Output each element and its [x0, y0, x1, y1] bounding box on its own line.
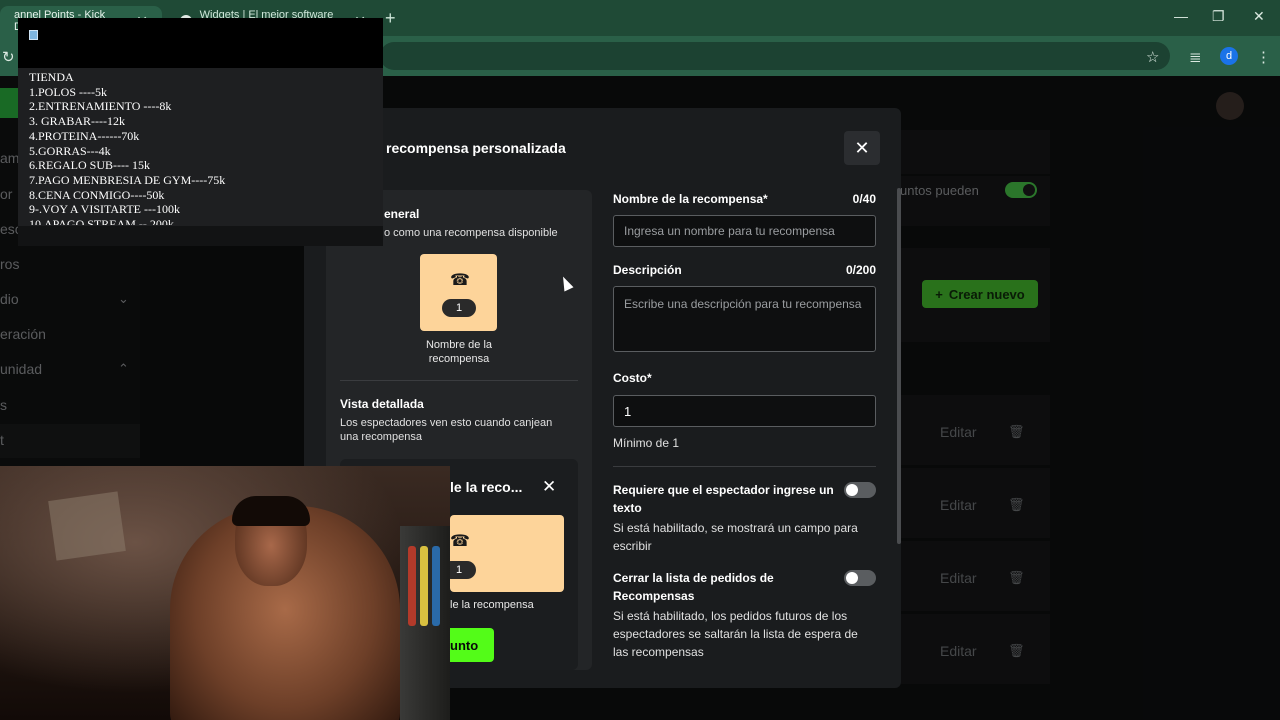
bookmark-star-icon[interactable]: ☆ — [1146, 48, 1159, 66]
require-text-toggle[interactable] — [844, 482, 876, 498]
skip-queue-title: Cerrar la lista de pedidos de Recompensa… — [613, 571, 774, 603]
require-text-title: Requiere que el espectador ingrese un te… — [613, 483, 834, 515]
cost-hint: Mínimo de 1 — [613, 436, 680, 450]
modal-title: recompensa personalizada — [386, 140, 566, 156]
reward-name-label: Nombre de la recompensa* — [613, 192, 768, 206]
profile-avatar[interactable]: d — [1220, 47, 1238, 65]
gift-box-icon: ☎ — [450, 272, 470, 289]
skip-queue-toggle[interactable] — [844, 570, 876, 586]
window-close-icon[interactable]: ✕ — [1253, 8, 1265, 25]
restore-icon[interactable]: ❐ — [1212, 8, 1225, 25]
description-textarea[interactable] — [613, 286, 876, 352]
reward-preview-name: Nombre de la recompensa — [425, 339, 493, 365]
notepad-titlebar — [18, 18, 383, 68]
general-view-heading: eneral — [384, 207, 420, 221]
webcam-bottle — [408, 546, 416, 626]
webcam-poster — [48, 491, 126, 561]
detail-view-subtitle: Los espectadores ven esto cuando canjean… — [340, 417, 553, 443]
general-view-subtitle: o como una recompensa disponible — [384, 227, 558, 239]
description-counter: 0/200 — [845, 263, 876, 277]
address-bar[interactable] — [380, 42, 1170, 70]
media-queue-icon[interactable]: ≣ — [1189, 48, 1202, 66]
divider — [613, 466, 876, 467]
reward-name-counter: 0/40 — [852, 192, 876, 206]
gift-box-icon: ☎ — [450, 533, 470, 550]
detail-preview-card — [450, 515, 564, 592]
close-icon: ✕ — [854, 137, 870, 158]
cost-input[interactable] — [613, 395, 876, 427]
detail-preview-title: le la reco... — [450, 479, 523, 495]
close-icon: ✕ — [542, 477, 557, 496]
detail-view-heading: Vista detallada — [340, 397, 424, 411]
webcam-bottle — [420, 546, 428, 626]
reward-name-input[interactable] — [613, 215, 876, 247]
menu-kebab-icon[interactable]: ⋮ — [1256, 48, 1271, 66]
reward-preview-card — [420, 254, 497, 331]
reload-icon[interactable]: ↻ — [2, 48, 15, 66]
notepad-shadow — [18, 226, 383, 246]
modal-close-button[interactable]: ✕ — [844, 131, 880, 165]
divider — [340, 380, 578, 381]
description-label: Descripción — [613, 263, 682, 277]
minimize-icon[interactable]: — — [1174, 8, 1188, 24]
webcam-bottle — [432, 546, 440, 626]
require-text-hint: Si está habilitado, se mostrará un campo… — [613, 521, 858, 553]
skip-queue-hint: Si está habilitado, los pedidos futuros … — [613, 609, 858, 659]
new-tab-icon[interactable]: + — [385, 8, 396, 29]
webcam-feed — [0, 466, 450, 720]
cost-label: Costo* — [613, 371, 652, 385]
reward-cost-pill: 1 — [442, 299, 476, 317]
detail-preview-name: le la recompensa — [450, 599, 534, 611]
notepad-icon — [29, 30, 38, 40]
notepad-text[interactable]: TIENDA 1.POLOS ----5k 2.ENTRENAMIENTO --… — [29, 70, 379, 225]
modal-scrollbar[interactable] — [897, 188, 901, 544]
redeem-preview-button: unto — [450, 628, 494, 662]
webcam-person-hair — [232, 496, 310, 526]
